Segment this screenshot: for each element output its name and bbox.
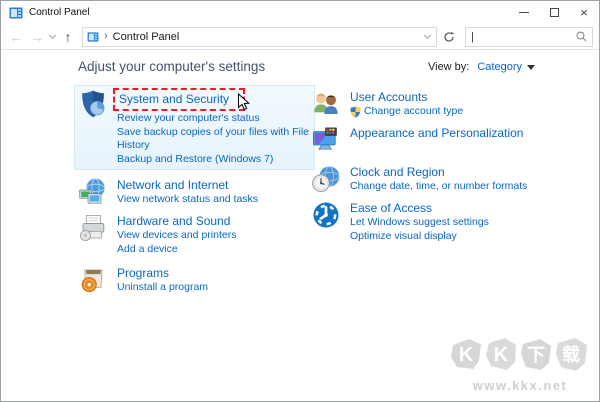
breadcrumb-dropdown-button[interactable] [423,31,432,39]
ease-of-access-icon [313,202,339,228]
chevron-down-icon [48,31,56,39]
category-system-and-security[interactable]: System and Security Review your computer… [74,85,315,170]
maximize-icon [549,8,559,17]
category-title[interactable]: Ease of Access [350,201,489,216]
search-input[interactable]: | [465,26,593,47]
category-link[interactable]: Optimize visual display [350,230,489,244]
refresh-icon [444,31,455,42]
control-panel-window: Control Panel × ← → ↑ › Control Panel | … [0,0,600,402]
minimize-button[interactable] [509,1,539,24]
category-appearance-and-personalization[interactable]: Appearance and Personalization [311,125,563,155]
clock-region-icon [312,166,340,192]
view-by-label: View by: [427,60,470,73]
breadcrumb-item-control-panel[interactable]: Control Panel [113,31,180,43]
watermark: K K 下 载 www.kkx.net [449,337,591,393]
category-ease-of-access[interactable]: Ease of Access Let Windows suggest setti… [311,200,563,243]
category-title[interactable]: System and Security [119,92,229,106]
category-link[interactable]: Save backup copies of your files with Fi… [117,126,311,153]
address-bar: ← → ↑ › Control Panel | [1,24,599,50]
back-button[interactable]: ← [5,26,27,48]
close-button[interactable]: × [569,1,599,24]
up-button[interactable]: ↑ [57,26,79,48]
category-link[interactable]: Change account type [350,105,463,119]
watermark-char: K [494,344,509,366]
category-user-accounts[interactable]: User Accounts Change account type [311,89,563,119]
watermark-site: www.kkx.net [472,378,568,393]
category-programs[interactable]: Programs Uninstall a program [78,265,311,295]
programs-box-icon [81,269,103,293]
text-caret: | [471,30,474,43]
security-shield-icon [82,90,105,118]
chevron-down-icon [423,31,432,39]
control-panel-icon [9,7,23,18]
back-arrow-icon: ← [9,28,23,45]
category-clock-and-region[interactable]: Clock and Region Change date, time, or n… [311,164,563,194]
category-link[interactable]: Backup and Restore (Windows 7) [117,153,311,167]
category-column-left: System and Security Review your computer… [74,85,315,301]
uac-shield-icon [350,106,361,118]
category-link[interactable]: Add a device [117,243,236,257]
watermark-char: K [459,344,474,366]
category-network-and-internet[interactable]: Network and Internet View network status… [78,177,311,207]
view-by-value[interactable]: Category [477,61,522,73]
watermark-char: 下 [527,345,545,365]
breadcrumb-separator: › [104,30,108,42]
mouse-cursor-icon [238,93,251,111]
search-icon [576,31,587,42]
category-link[interactable]: View network status and tasks [117,193,258,207]
user-accounts-icon [314,93,338,114]
watermark-logo: K K 下 载 [451,338,587,371]
recent-pages-button[interactable] [47,26,57,48]
window-title: Control Panel [29,7,90,18]
selection-dashed-box: System and Security [113,88,251,111]
category-title[interactable]: Programs [117,266,208,281]
category-link[interactable]: Let Windows suggest settings [350,216,489,230]
category-title[interactable]: Appearance and Personalization [350,126,523,141]
control-panel-small-icon [87,31,99,42]
main-panel: Adjust your computer's settings View by:… [1,50,599,401]
breadcrumb[interactable]: › Control Panel [82,26,437,47]
view-by-control: View by: Category [428,61,535,73]
category-link[interactable]: Uninstall a program [117,281,208,295]
dropdown-triangle-icon[interactable] [527,64,535,70]
network-icon [79,178,105,204]
category-link[interactable]: View devices and printers [117,229,236,243]
forward-button[interactable]: → [27,26,47,48]
close-icon: × [580,5,588,20]
watermark-char: 载 [562,344,580,365]
up-arrow-icon: ↑ [64,28,72,45]
category-link-label[interactable]: Change account type [364,105,463,119]
category-link[interactable]: Review your computer's status [117,112,311,126]
titlebar: Control Panel × [1,1,599,24]
category-title[interactable]: Network and Internet [117,178,258,193]
page-title: Adjust your computer's settings [78,59,266,74]
category-title[interactable]: Clock and Region [350,165,527,180]
category-title[interactable]: Hardware and Sound [117,214,236,229]
minimize-icon [519,12,529,13]
category-title[interactable]: User Accounts [350,90,463,105]
appearance-icon [313,127,337,150]
category-column-right: User Accounts Change account type Appear… [311,89,563,301]
refresh-button[interactable] [439,27,459,47]
maximize-button[interactable] [539,1,569,24]
forward-arrow-icon: → [30,28,44,45]
printer-icon [80,215,105,241]
category-link[interactable]: Change date, time, or number formats [350,180,527,194]
category-hardware-and-sound[interactable]: Hardware and Sound View devices and prin… [78,213,311,256]
